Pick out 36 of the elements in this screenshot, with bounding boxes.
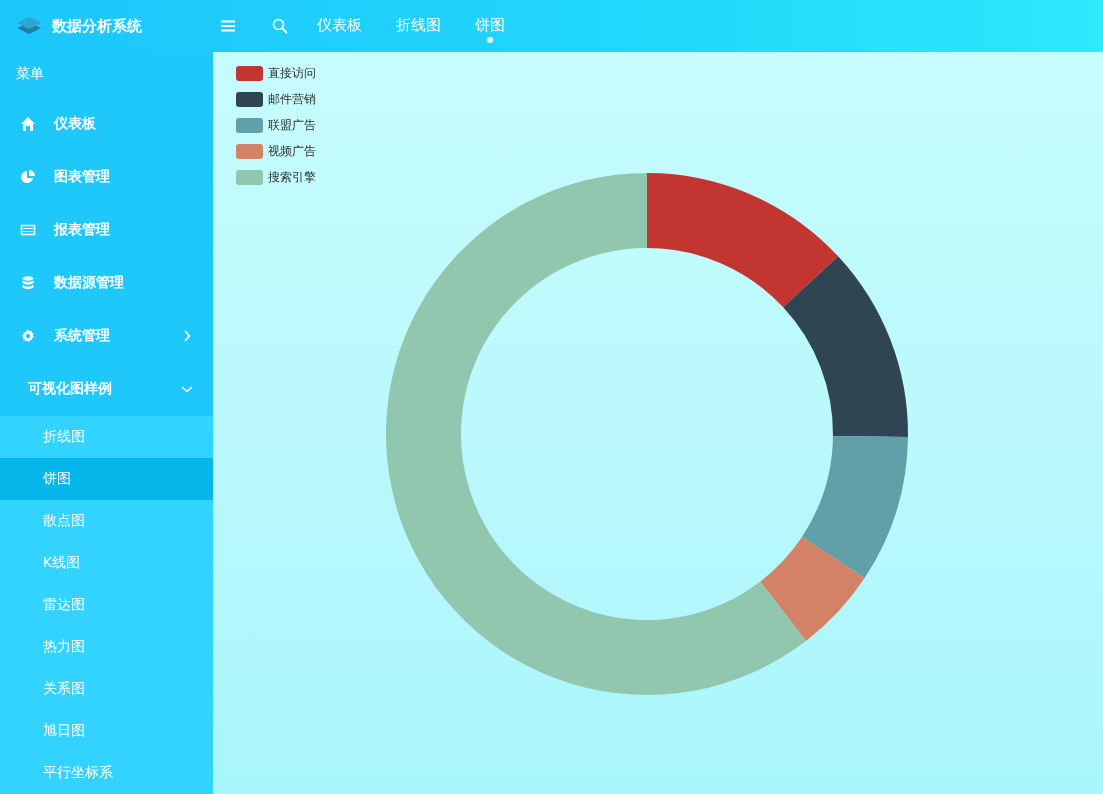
settings-icon xyxy=(20,328,36,345)
submenu-item[interactable]: 热力图 xyxy=(0,626,213,669)
legend-swatch[interactable] xyxy=(236,118,263,133)
nav-tab[interactable]: 饼图 xyxy=(475,7,505,45)
nav-tab[interactable]: 折线图 xyxy=(396,7,441,45)
submenu-item[interactable]: 关系图 xyxy=(0,668,213,711)
legend-label[interactable]: 搜索引擎 xyxy=(268,169,316,186)
nav-tab[interactable]: 仪表板 xyxy=(317,7,362,45)
layers-logo-icon xyxy=(16,15,42,37)
sidebar-item[interactable]: 图表管理 xyxy=(0,150,213,204)
legend-label[interactable]: 视频广告 xyxy=(268,143,316,160)
sidebar-item[interactable]: 系统管理 xyxy=(0,309,213,363)
submenu-item[interactable]: 雷达图 xyxy=(0,584,213,627)
submenu-item[interactable]: 饼图 xyxy=(0,458,213,501)
submenu-item[interactable]: 旭日图 xyxy=(0,710,213,753)
sidebar-item[interactable]: 数据源管理 xyxy=(0,256,213,310)
submenu-item[interactable]: 折线图 xyxy=(0,416,213,459)
submenu-item[interactable]: 散点图 xyxy=(0,500,213,543)
sidebar-item[interactable]: 报表管理 xyxy=(0,203,213,257)
legend-label[interactable]: 直接访问 xyxy=(268,65,316,82)
legend-label[interactable]: 邮件营销 xyxy=(268,91,316,108)
pie-chart-icon xyxy=(20,168,36,185)
legend-swatch[interactable] xyxy=(236,92,263,107)
legend-swatch[interactable] xyxy=(236,66,263,81)
menu-heading: 菜单 xyxy=(15,64,45,83)
database-icon xyxy=(20,275,36,292)
legend-swatch[interactable] xyxy=(236,170,263,185)
app-title: 数据分析系统 xyxy=(52,16,142,36)
sidebar-item[interactable]: 可视化图样例 xyxy=(0,362,213,417)
chevron-icon xyxy=(181,330,193,343)
sidebar-item[interactable]: 仪表板 xyxy=(0,97,213,151)
submenu-item[interactable]: K线图 xyxy=(0,542,213,585)
legend-swatch[interactable] xyxy=(236,144,263,159)
submenu-item[interactable]: 平行坐标系 xyxy=(0,752,213,794)
legend-label[interactable]: 联盟广告 xyxy=(268,117,316,134)
home-icon xyxy=(20,115,36,132)
